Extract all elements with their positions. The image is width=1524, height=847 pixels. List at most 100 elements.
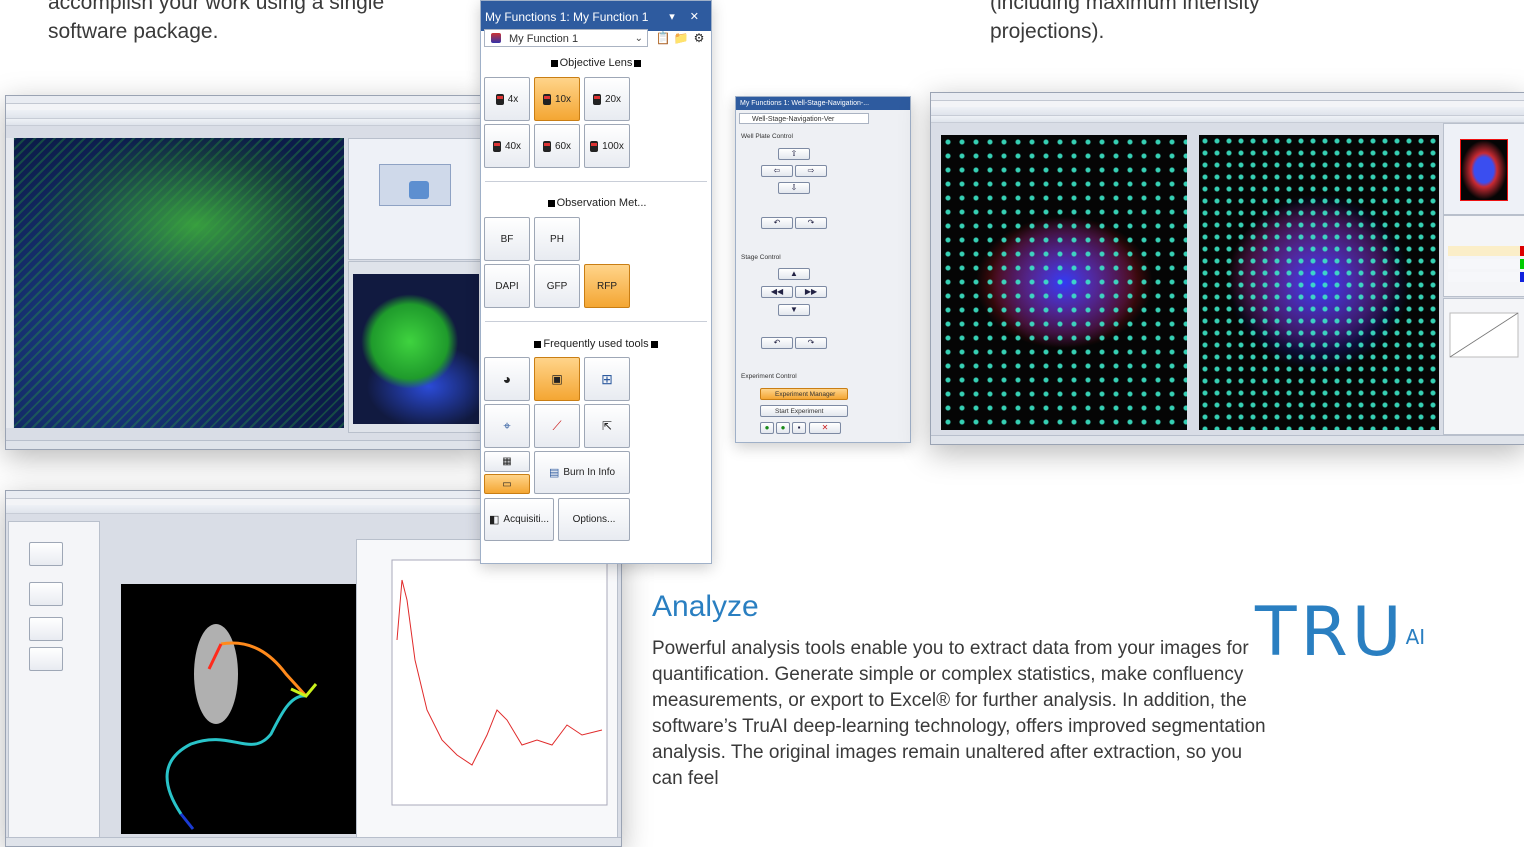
toolbar [931, 107, 1524, 116]
objective-40x-button[interactable]: 40x [484, 124, 530, 168]
transform-tool-icon[interactable]: ⌖ [484, 404, 530, 448]
histogram-curve [1449, 312, 1519, 358]
track-tool-button-1[interactable] [29, 542, 63, 566]
objective-4x-button[interactable]: 4x [484, 77, 530, 121]
navigation-panel: My Functions 1: Well-Stage-Navigation-..… [735, 96, 911, 443]
objective-100x-button[interactable]: 100x [584, 124, 630, 168]
toolbar-secondary [931, 116, 1524, 123]
section-objective-lens: Objective Lens [481, 57, 711, 69]
acquisition-button[interactable]: ◧ Acquisiti... [484, 498, 554, 541]
objective-20x-button[interactable]: 20x [584, 77, 630, 121]
track-tool-button-4[interactable] [29, 647, 63, 671]
section-observation-label: Observation Met... [556, 197, 647, 209]
observation-dapi-button[interactable]: DAPI [484, 264, 530, 308]
spindle-image-right [1199, 135, 1439, 430]
window-titlebar [931, 93, 1524, 101]
lens-icon [542, 93, 551, 105]
observation-ph-button[interactable]: PH [534, 217, 580, 261]
function-select[interactable]: My Function 1 ⌄ [484, 29, 648, 47]
pointer-tool-icon[interactable]: ⇱ [584, 404, 630, 448]
objective-60x-button[interactable]: 60x [534, 124, 580, 168]
side-panel-adjust-display [1443, 298, 1524, 435]
panel-titlebar: My Functions 1: My Function 1 ▾ ✕ [481, 1, 711, 31]
edit-function-button[interactable]: 📁 [673, 30, 689, 46]
well-left-button[interactable]: ⇦ [761, 165, 793, 177]
well-down-button[interactable]: ⇩ [778, 182, 810, 194]
window-titlebar [6, 96, 484, 104]
stage-left-button[interactable]: ◀◀ [761, 286, 793, 298]
intro-text-left: accomplish your work using a single soft… [48, 0, 385, 43]
image-tool-icon[interactable]: ▣ [534, 357, 580, 401]
well-plate-control-label: Well Plate Control [741, 133, 793, 140]
toolbar [6, 110, 484, 119]
spindle-image-left [941, 135, 1187, 430]
toolbar-secondary [6, 119, 484, 126]
settings-icon[interactable]: ⚙ [691, 30, 707, 46]
line-tool-icon[interactable]: ⟋ [534, 404, 580, 448]
truai-logo-sup: AI [1405, 625, 1426, 649]
section-frequently-used-tools: Frequently used tools [481, 338, 711, 350]
save-icon[interactable]: ▪ [792, 422, 806, 434]
tissue-image [14, 138, 344, 428]
tracking-tool-panel [8, 521, 100, 843]
lens-icon [590, 140, 599, 152]
stage-right-button[interactable]: ▶▶ [795, 286, 827, 298]
start-experiment-label: Start Experiment [775, 408, 824, 415]
panel-title: My Functions 1: My Function 1 [485, 10, 649, 24]
play-icon[interactable]: ● [760, 422, 774, 434]
trajectory-svg [165, 624, 318, 830]
close-icon[interactable]: ✕ [809, 422, 841, 434]
channel-row-blue[interactable] [1448, 272, 1524, 282]
function-select-value: My Function 1 [509, 33, 579, 45]
stage-up-button[interactable]: ▲ [778, 268, 810, 280]
burn-in-label: Burn In Info [563, 467, 616, 478]
track-tool-button-2[interactable] [29, 582, 63, 606]
analyze-body: Powerful analysis tools enable you to ex… [652, 638, 1266, 789]
track-tool-button-3[interactable] [29, 617, 63, 641]
intensity-plot-panel [356, 539, 618, 841]
lens-icon [542, 140, 551, 152]
well-undo-button[interactable]: ↶ [761, 217, 793, 229]
experiment-manager-label: Experiment Manager [775, 391, 836, 398]
objective-10x-button[interactable]: 10x [534, 77, 580, 121]
workflow-node-inner [409, 181, 429, 199]
camera-tool-icon[interactable]: ▦ [484, 451, 530, 472]
well-redo-button[interactable]: ↷ [795, 217, 827, 229]
stage-redo-button[interactable]: ↷ [795, 337, 827, 349]
screenshot-mitosis-viewer [930, 92, 1524, 445]
channel-row-green[interactable] [1448, 259, 1524, 269]
window-controls[interactable]: ▾ ✕ [669, 1, 705, 33]
function-icon [491, 33, 501, 43]
globe-tool-icon[interactable]: ◕ [484, 357, 530, 401]
grid-tool-icon[interactable]: ⊞ [584, 357, 630, 401]
navigation-function-select[interactable]: Well-Stage-Navigation-Ver [739, 113, 869, 124]
separator [485, 181, 707, 182]
observation-rfp-button[interactable]: RFP [584, 264, 630, 308]
burn-in-info-button[interactable]: ▤ Burn In Info [534, 451, 630, 494]
channel-row-red[interactable] [1448, 246, 1524, 256]
acquisition-label: Acquisiti... [503, 514, 549, 525]
start-experiment-button[interactable]: Start Experiment [760, 405, 848, 417]
side-panel-channels [1443, 215, 1524, 297]
frame-tool-icon[interactable]: ▭ [484, 474, 530, 494]
new-function-button[interactable]: 📋 [655, 30, 671, 46]
lens-icon [592, 93, 601, 105]
well-up-button[interactable]: ⇧ [778, 148, 810, 160]
well-right-button[interactable]: ⇨ [795, 165, 827, 177]
observation-bf-button[interactable]: BF [484, 217, 530, 261]
truai-logo-main: TRU [1255, 593, 1406, 672]
burn-in-icon: ▤ [548, 467, 560, 479]
truai-logo: TRUAI [1255, 598, 1425, 668]
options-button[interactable]: Options... [558, 498, 630, 541]
stage-down-button[interactable]: ▼ [778, 304, 810, 316]
experiment-manager-button[interactable]: Experiment Manager [760, 388, 848, 400]
intro-text-right: (including maximum intensity projections… [990, 0, 1260, 43]
brain-3d-image [353, 274, 479, 424]
stage-undo-button[interactable]: ↶ [761, 337, 793, 349]
status-bar [931, 435, 1524, 444]
chevron-down-icon: ⌄ [634, 33, 643, 44]
experiment-control-label: Experiment Control [741, 373, 797, 380]
lens-icon [492, 140, 501, 152]
record-icon[interactable]: ● [776, 422, 790, 434]
observation-gfp-button[interactable]: GFP [534, 264, 580, 308]
